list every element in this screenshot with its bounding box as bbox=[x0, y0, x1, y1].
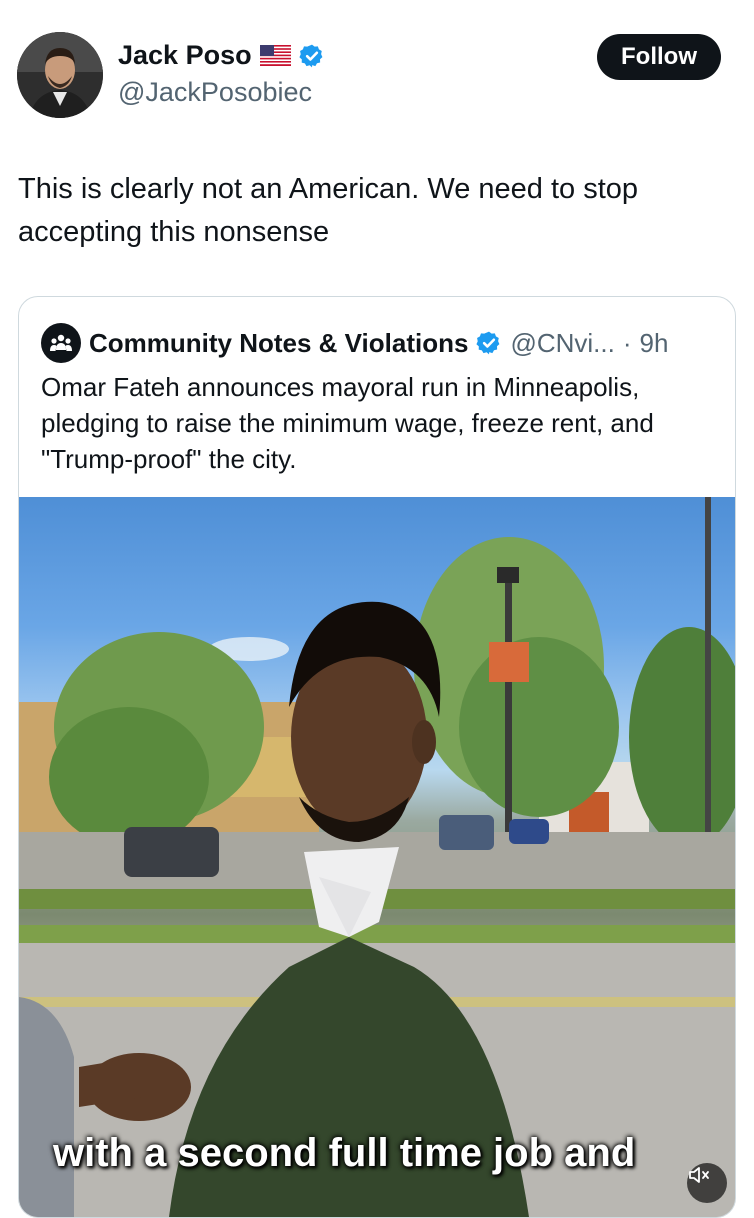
quoted-tweet-text: Omar Fateh announces mayoral run in Minn… bbox=[41, 372, 654, 474]
author-handle[interactable]: @JackPosobiec bbox=[118, 77, 312, 108]
quoted-timestamp[interactable]: 9h bbox=[640, 328, 669, 359]
follow-button[interactable]: Follow bbox=[597, 34, 721, 80]
quoted-tweet-header: Community Notes & Violations @CNvi... · … bbox=[41, 323, 668, 363]
video-caption: with a second full time job and bbox=[53, 1131, 636, 1175]
community-notes-avatar-icon[interactable] bbox=[41, 323, 81, 363]
quoted-author-handle[interactable]: @CNvi... bbox=[510, 328, 614, 359]
quoted-author-name[interactable]: Community Notes & Violations bbox=[89, 328, 468, 359]
tweet-header: Jack Poso @JackPosobiec Follow bbox=[0, 0, 754, 130]
us-flag-icon bbox=[259, 45, 291, 66]
tweet-text: This is clearly not an American. We need… bbox=[18, 173, 639, 248]
verified-badge-icon bbox=[476, 330, 502, 356]
speaker-muted-icon[interactable] bbox=[687, 1163, 727, 1203]
author-name-row: Jack Poso bbox=[118, 40, 325, 71]
video-frame-image bbox=[19, 497, 735, 1217]
separator-dot: · bbox=[622, 327, 632, 358]
video-player[interactable]: with a second full time job and bbox=[19, 497, 735, 1217]
author-name[interactable]: Jack Poso bbox=[118, 40, 252, 71]
verified-badge-icon bbox=[299, 43, 325, 69]
author-avatar[interactable] bbox=[17, 32, 103, 118]
quoted-tweet[interactable]: Community Notes & Violations @CNvi... · … bbox=[18, 296, 736, 1218]
